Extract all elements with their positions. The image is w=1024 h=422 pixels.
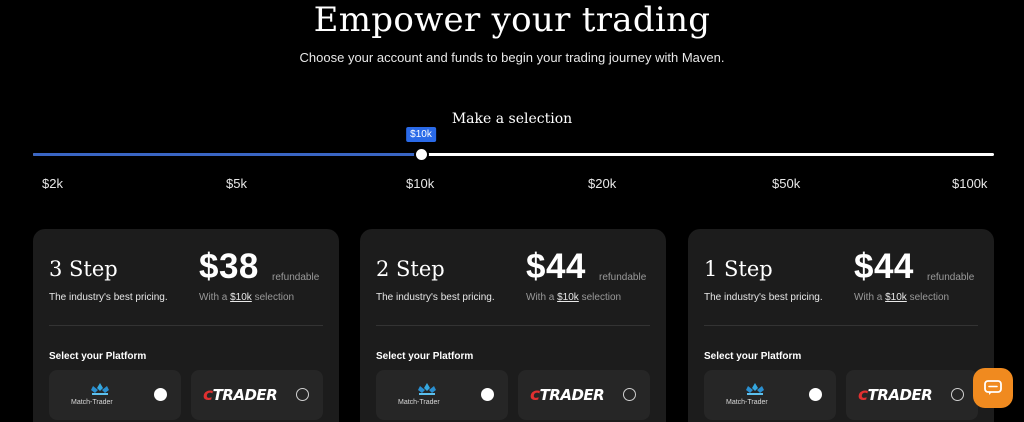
- match-trader-logo: Match-Trader: [726, 382, 786, 410]
- selection-note-suffix: selection: [254, 292, 295, 303]
- slider-fill: [33, 153, 421, 156]
- selection-note-prefix: With a: [526, 292, 555, 303]
- selection-note-suffix: selection: [909, 292, 950, 303]
- selection-note: With a $10k selection: [854, 292, 949, 303]
- match-trader-text: Match-Trader: [726, 399, 768, 406]
- platform-option-match-trader[interactable]: Match-Trader: [376, 370, 508, 420]
- selection-note: With a $10k selection: [199, 292, 294, 303]
- platform-radio-match-trader[interactable]: [154, 388, 167, 401]
- match-trader-icon: [746, 383, 764, 395]
- plan-name: 2 Step: [376, 257, 445, 281]
- platform-option-ctrader[interactable]: cTRADER: [518, 370, 650, 420]
- platform-radio-match-trader[interactable]: [481, 388, 494, 401]
- plan-name: 1 Step: [704, 257, 773, 281]
- platform-label: Select your Platform: [704, 351, 802, 362]
- platform-label: Select your Platform: [376, 351, 474, 362]
- plan-tagline: The industry's best pricing.: [376, 292, 495, 303]
- match-trader-icon: [91, 383, 109, 395]
- match-trader-icon: [418, 383, 436, 395]
- chat-button[interactable]: [973, 368, 1013, 408]
- match-trader-text: Match-Trader: [71, 399, 113, 406]
- platform-option-match-trader[interactable]: Match-Trader: [704, 370, 836, 420]
- platform-radio-match-trader[interactable]: [809, 388, 822, 401]
- match-trader-logo: Match-Trader: [71, 382, 131, 410]
- tick-100k[interactable]: $100k: [952, 176, 987, 191]
- platform-radio-ctrader[interactable]: [623, 388, 636, 401]
- ctrader-logo: cTRADER: [203, 385, 278, 405]
- selection-note-prefix: With a: [854, 292, 883, 303]
- platform-option-ctrader[interactable]: cTRADER: [846, 370, 978, 420]
- plan-card-3-step: 3 Step The industry's best pricing. $38 …: [33, 229, 339, 422]
- platform-option-match-trader[interactable]: Match-Trader: [49, 370, 181, 420]
- plan-card-2-step: 2 Step The industry's best pricing. $44 …: [360, 229, 666, 422]
- selection-note-amount: $10k: [557, 292, 579, 303]
- refundable-label: refundable: [927, 272, 975, 283]
- platform-radio-ctrader[interactable]: [296, 388, 309, 401]
- selection-note-prefix: With a: [199, 292, 228, 303]
- selection-note-suffix: selection: [581, 292, 622, 303]
- page-subtitle: Choose your account and funds to begin y…: [299, 50, 725, 65]
- plan-price: $44: [854, 247, 914, 286]
- platform-radio-ctrader[interactable]: [951, 388, 964, 401]
- selection-note: With a $10k selection: [526, 292, 621, 303]
- page-title: Empower your trading: [313, 0, 711, 40]
- match-trader-logo: Match-Trader: [398, 382, 458, 410]
- refundable-label: refundable: [272, 272, 320, 283]
- ctrader-logo: cTRADER: [530, 385, 605, 405]
- selection-note-amount: $10k: [230, 292, 252, 303]
- slider-value-tooltip: $10k: [406, 127, 436, 142]
- card-divider: [49, 325, 323, 326]
- tick-50k[interactable]: $50k: [772, 176, 800, 191]
- plan-card-1-step: 1 Step The industry's best pricing. $44 …: [688, 229, 994, 422]
- card-divider: [704, 325, 978, 326]
- platform-label: Select your Platform: [49, 351, 147, 362]
- match-trader-text: Match-Trader: [398, 399, 440, 406]
- plan-price: $38: [199, 247, 259, 286]
- plan-tagline: The industry's best pricing.: [704, 292, 823, 303]
- tick-2k[interactable]: $2k: [42, 176, 63, 191]
- platform-option-ctrader[interactable]: cTRADER: [191, 370, 323, 420]
- slider-thumb[interactable]: [414, 147, 429, 162]
- chat-bubble-icon: [984, 380, 1002, 395]
- funds-slider[interactable]: $10k: [33, 127, 994, 162]
- tick-5k[interactable]: $5k: [226, 176, 247, 191]
- plan-tagline: The industry's best pricing.: [49, 292, 168, 303]
- plan-price: $44: [526, 247, 586, 286]
- plan-name: 3 Step: [49, 257, 118, 281]
- ctrader-logo: cTRADER: [858, 385, 933, 405]
- tick-10k[interactable]: $10k: [406, 176, 434, 191]
- refundable-label: refundable: [599, 272, 647, 283]
- selection-note-amount: $10k: [885, 292, 907, 303]
- selection-label: Make a selection: [451, 111, 573, 127]
- tick-20k[interactable]: $20k: [588, 176, 616, 191]
- card-divider: [376, 325, 650, 326]
